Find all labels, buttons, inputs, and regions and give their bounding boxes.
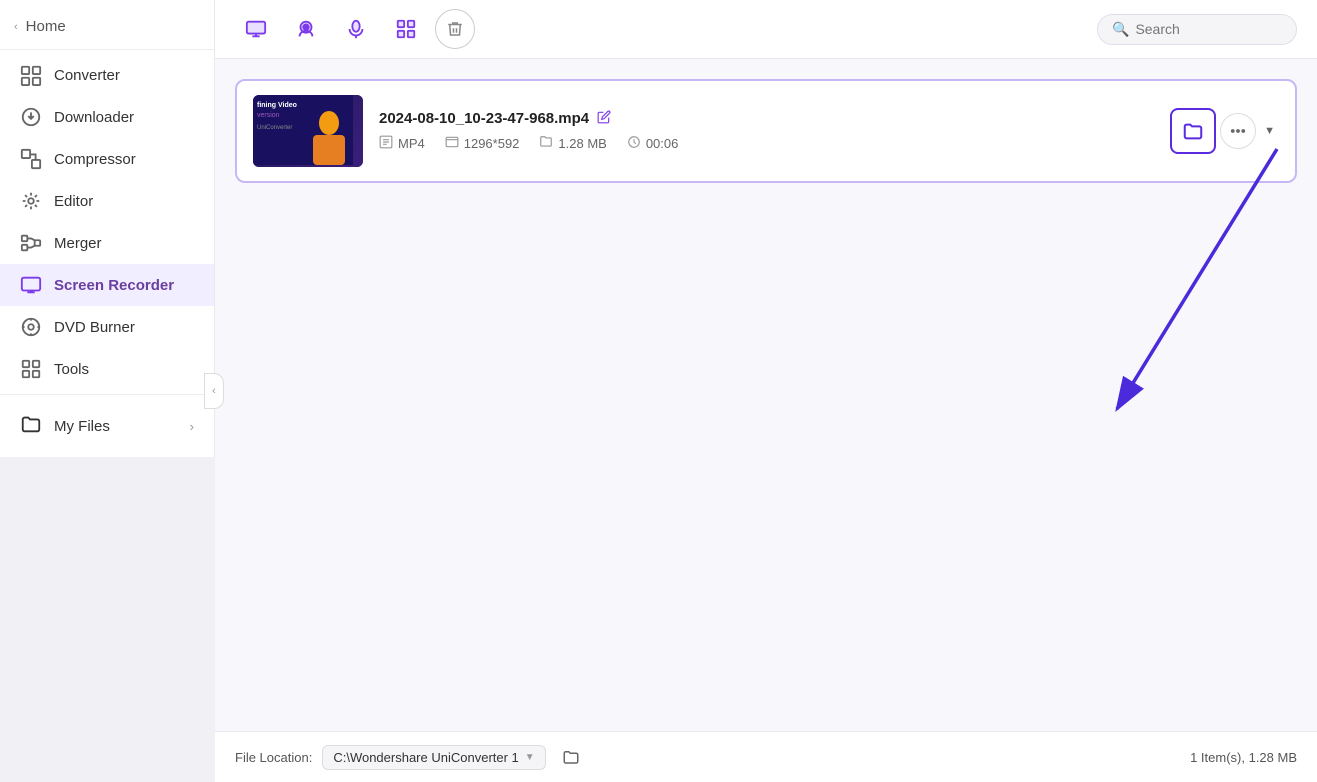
svg-text:version: version — [257, 112, 280, 119]
file-info: 2024-08-10_10-23-47-968.mp4 — [379, 110, 1154, 152]
sidebar-item-label: DVD Burner — [54, 319, 135, 336]
sidebar-item-tools[interactable]: Tools — [0, 348, 214, 390]
sidebar-item-screen-recorder[interactable]: Screen Recorder — [0, 264, 214, 306]
file-name-row: 2024-08-10_10-23-47-968.mp4 — [379, 110, 1154, 127]
sidebar-divider — [0, 49, 214, 50]
converter-icon — [20, 64, 42, 86]
location-value: C:\Wondershare UniConverter 1 — [333, 750, 518, 765]
my-files-chevron-icon: › — [190, 419, 194, 434]
svg-text:UniConverter: UniConverter — [257, 125, 292, 131]
apps-tool-button[interactable] — [385, 8, 427, 50]
format-value: MP4 — [398, 136, 425, 151]
sidebar-collapse-button[interactable]: ‹ — [204, 373, 224, 409]
resolution-icon — [445, 135, 459, 152]
search-icon: 🔍 — [1112, 21, 1129, 38]
file-name: 2024-08-10_10-23-47-968.mp4 — [379, 110, 589, 127]
sidebar-item-home[interactable]: ‹ Home — [0, 8, 214, 45]
file-resolution: 1296*592 — [445, 135, 520, 152]
location-folder-button[interactable] — [556, 742, 586, 772]
file-location-label: File Location: — [235, 750, 312, 765]
chevron-down-icon: ▼ — [525, 752, 535, 763]
sidebar-item-converter[interactable]: Converter — [0, 54, 214, 96]
sidebar-item-label: Editor — [54, 193, 93, 210]
chevron-left-icon: ‹ — [14, 21, 18, 33]
file-duration: 00:06 — [627, 135, 679, 152]
dvd-burner-icon — [20, 316, 42, 338]
delete-tool-button[interactable] — [435, 9, 475, 49]
file-card: fining Video version fining Video versio… — [235, 79, 1297, 183]
more-options-button[interactable] — [1220, 113, 1256, 149]
sidebar-home-label: Home — [26, 18, 66, 35]
audio-tool-button[interactable] — [335, 8, 377, 50]
sidebar-item-label: Tools — [54, 361, 89, 378]
sidebar-item-label: Downloader — [54, 109, 134, 126]
editor-icon — [20, 190, 42, 212]
sidebar-item-label: Merger — [54, 235, 102, 252]
size-value: 1.28 MB — [558, 136, 606, 151]
sidebar: ‹ Home Converter — [0, 0, 215, 457]
open-folder-button[interactable] — [1170, 108, 1216, 154]
tools-icon — [20, 358, 42, 380]
file-actions: ▼ — [1170, 108, 1279, 154]
search-input[interactable] — [1135, 21, 1282, 37]
location-select[interactable]: C:\Wondershare UniConverter 1 ▼ — [322, 745, 545, 770]
sidebar-item-label: Compressor — [54, 151, 136, 168]
footer-left: File Location: C:\Wondershare UniConvert… — [235, 742, 586, 772]
sidebar-item-label: Screen Recorder — [54, 277, 174, 294]
toolbar: 🔍 — [215, 0, 1317, 59]
sidebar-item-my-files[interactable]: My Files › — [0, 403, 214, 449]
sidebar-item-editor[interactable]: Editor — [0, 180, 214, 222]
file-size: 1.28 MB — [539, 135, 606, 152]
webcam-tool-button[interactable] — [285, 8, 327, 50]
duration-value: 00:06 — [646, 136, 679, 151]
screen-record-tool-button[interactable] — [235, 8, 277, 50]
sidebar-item-label: Converter — [54, 67, 120, 84]
main-content: 🔍 fining Video version fining Video vers… — [215, 0, 1317, 782]
duration-icon — [627, 135, 641, 152]
search-box[interactable]: 🔍 — [1097, 14, 1297, 45]
file-thumbnail: fining Video version fining Video versio… — [253, 95, 363, 167]
footer-summary: 1 Item(s), 1.28 MB — [1190, 750, 1297, 765]
edit-icon[interactable] — [597, 110, 611, 127]
sidebar-item-compressor[interactable]: Compressor — [0, 138, 214, 180]
compressor-icon — [20, 148, 42, 170]
format-icon — [379, 135, 393, 152]
sidebar-item-downloader[interactable]: Downloader — [0, 96, 214, 138]
file-meta: MP4 1296*592 — [379, 135, 1154, 152]
my-files-icon — [20, 413, 42, 439]
sidebar-item-merger[interactable]: Merger — [0, 222, 214, 264]
downloader-icon — [20, 106, 42, 128]
my-files-label: My Files — [54, 418, 110, 435]
resolution-value: 1296*592 — [464, 136, 520, 151]
toolbar-tools — [235, 8, 475, 50]
sidebar-item-dvd-burner[interactable]: DVD Burner — [0, 306, 214, 348]
file-format: MP4 — [379, 135, 425, 152]
size-icon — [539, 135, 553, 152]
svg-text:fining Video: fining Video — [257, 102, 297, 109]
content-area: fining Video version fining Video versio… — [215, 59, 1317, 731]
merger-icon — [20, 232, 42, 254]
dropdown-arrow-icon[interactable]: ▼ — [1260, 121, 1279, 141]
screen-recorder-icon — [20, 274, 42, 296]
footer: File Location: C:\Wondershare UniConvert… — [215, 731, 1317, 782]
